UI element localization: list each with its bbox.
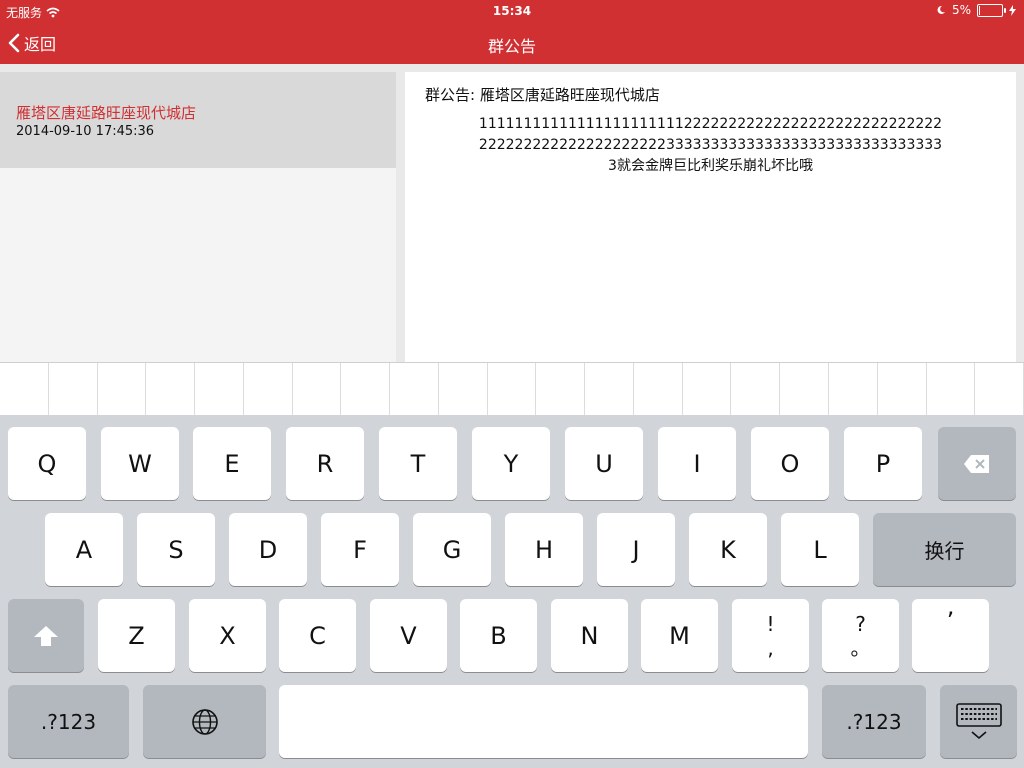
return-key[interactable]: 换行	[873, 513, 1016, 586]
key-i[interactable]: I	[658, 427, 736, 500]
delete-key[interactable]	[938, 427, 1016, 500]
key-comma-label: ,	[767, 635, 774, 660]
globe-icon	[191, 708, 218, 735]
list-item-time: 2014-09-10 17:45:36	[16, 124, 155, 139]
key-v[interactable]: V	[370, 599, 447, 672]
key-exclaim-comma[interactable]: ! ,	[732, 599, 809, 672]
key-period-label: 。	[850, 635, 871, 660]
candidate-cell[interactable]	[146, 363, 196, 415]
key-question-period[interactable]: ? 。	[822, 599, 899, 672]
key-y[interactable]: Y	[472, 427, 550, 500]
list-item-title: 雁塔区唐延路旺座现代城店	[16, 104, 197, 122]
keyboard-dismiss-icon	[955, 702, 1002, 739]
candidate-cell[interactable]	[829, 363, 878, 415]
candidate-cell[interactable]	[244, 363, 293, 415]
key-h[interactable]: H	[505, 513, 583, 586]
candidate-cell[interactable]	[293, 363, 342, 415]
key-l[interactable]: L	[781, 513, 859, 586]
key-e[interactable]: E	[193, 427, 271, 500]
candidate-cell[interactable]	[536, 363, 586, 415]
candidate-cell[interactable]	[585, 363, 634, 415]
numbers-key-right[interactable]: .?123	[822, 685, 926, 758]
candidate-cell[interactable]	[683, 363, 732, 415]
candidate-cell[interactable]	[878, 363, 927, 415]
candidate-cell[interactable]	[731, 363, 781, 415]
key-j[interactable]: J	[597, 513, 675, 586]
charging-bolt-icon	[1009, 4, 1016, 16]
battery-fill	[979, 5, 980, 15]
key-m[interactable]: M	[641, 599, 718, 672]
shift-key[interactable]	[8, 599, 84, 672]
key-k[interactable]: K	[689, 513, 767, 586]
candidate-cell[interactable]	[780, 363, 830, 415]
moon-icon	[937, 5, 945, 14]
key-w[interactable]: W	[101, 427, 179, 500]
key-u[interactable]: U	[565, 427, 643, 500]
candidate-bar	[0, 362, 1024, 416]
key-t[interactable]: T	[379, 427, 457, 500]
key-a[interactable]: A	[45, 513, 123, 586]
candidate-cell[interactable]	[439, 363, 488, 415]
key-z[interactable]: Z	[98, 599, 175, 672]
key-d[interactable]: D	[229, 513, 307, 586]
key-x[interactable]: X	[189, 599, 266, 672]
key-n[interactable]: N	[551, 599, 628, 672]
candidate-cell[interactable]	[195, 363, 244, 415]
keyboard: Q W E R T Y U I O P A S D F G H J K L 换行…	[0, 415, 1024, 768]
key-g[interactable]: G	[413, 513, 491, 586]
battery-percent: 5%	[951, 3, 971, 17]
status-right: 5%	[936, 3, 1016, 17]
candidate-cell[interactable]	[341, 363, 391, 415]
candidate-cell[interactable]	[0, 363, 49, 415]
key-o[interactable]: O	[751, 427, 829, 500]
detail-title: 群公告: 雁塔区唐延路旺座现代城店	[425, 86, 660, 104]
delete-icon	[964, 454, 989, 473]
candidate-cell[interactable]	[390, 363, 439, 415]
detail-body-line: 1111111111111111111111122222222222222222…	[478, 116, 943, 132]
announcement-detail[interactable]: 群公告: 雁塔区唐延路旺座现代城店 1111111111111111111111…	[405, 72, 1016, 362]
list-item[interactable]: 雁塔区唐延路旺座现代城店 2014-09-10 17:45:36	[0, 72, 396, 168]
key-q[interactable]: Q	[8, 427, 86, 500]
numbers-key-left[interactable]: .?123	[8, 685, 129, 758]
page-title: 群公告	[487, 37, 536, 56]
dismiss-keyboard-key[interactable]	[940, 685, 1017, 758]
candidate-cell[interactable]	[634, 363, 683, 415]
key-r[interactable]: R	[286, 427, 364, 500]
candidate-cell[interactable]	[49, 363, 98, 415]
status-bar: 无服务 15:34 5%	[0, 0, 1024, 22]
key-exclaim-label: !	[766, 611, 775, 636]
nav-bar: 返回 群公告	[0, 22, 1024, 64]
candidate-cell[interactable]	[98, 363, 147, 415]
candidate-cell[interactable]	[975, 363, 1024, 415]
candidate-cell[interactable]	[488, 363, 537, 415]
detail-body[interactable]: 1111111111111111111111122222222222222222…	[405, 114, 1016, 177]
status-time: 15:34	[492, 4, 532, 18]
key-b[interactable]: B	[460, 599, 537, 672]
shift-icon	[34, 625, 58, 646]
detail-body-line: 2222222222222222222223333333333333333333…	[478, 137, 943, 153]
key-s[interactable]: S	[137, 513, 215, 586]
battery-icon	[977, 3, 1006, 17]
key-apostrophe[interactable]: ’	[912, 599, 989, 672]
key-c[interactable]: C	[279, 599, 356, 672]
space-key[interactable]	[279, 685, 808, 758]
detail-body-line: 3就会金牌巨比利奖乐崩礼坏比哦	[608, 158, 813, 174]
key-p[interactable]: P	[844, 427, 922, 500]
key-question-label: ?	[855, 611, 866, 636]
globe-key[interactable]	[143, 685, 266, 758]
announcement-list: 雁塔区唐延路旺座现代城店 2014-09-10 17:45:36	[0, 72, 396, 362]
candidate-cell[interactable]	[927, 363, 976, 415]
key-f[interactable]: F	[321, 513, 399, 586]
